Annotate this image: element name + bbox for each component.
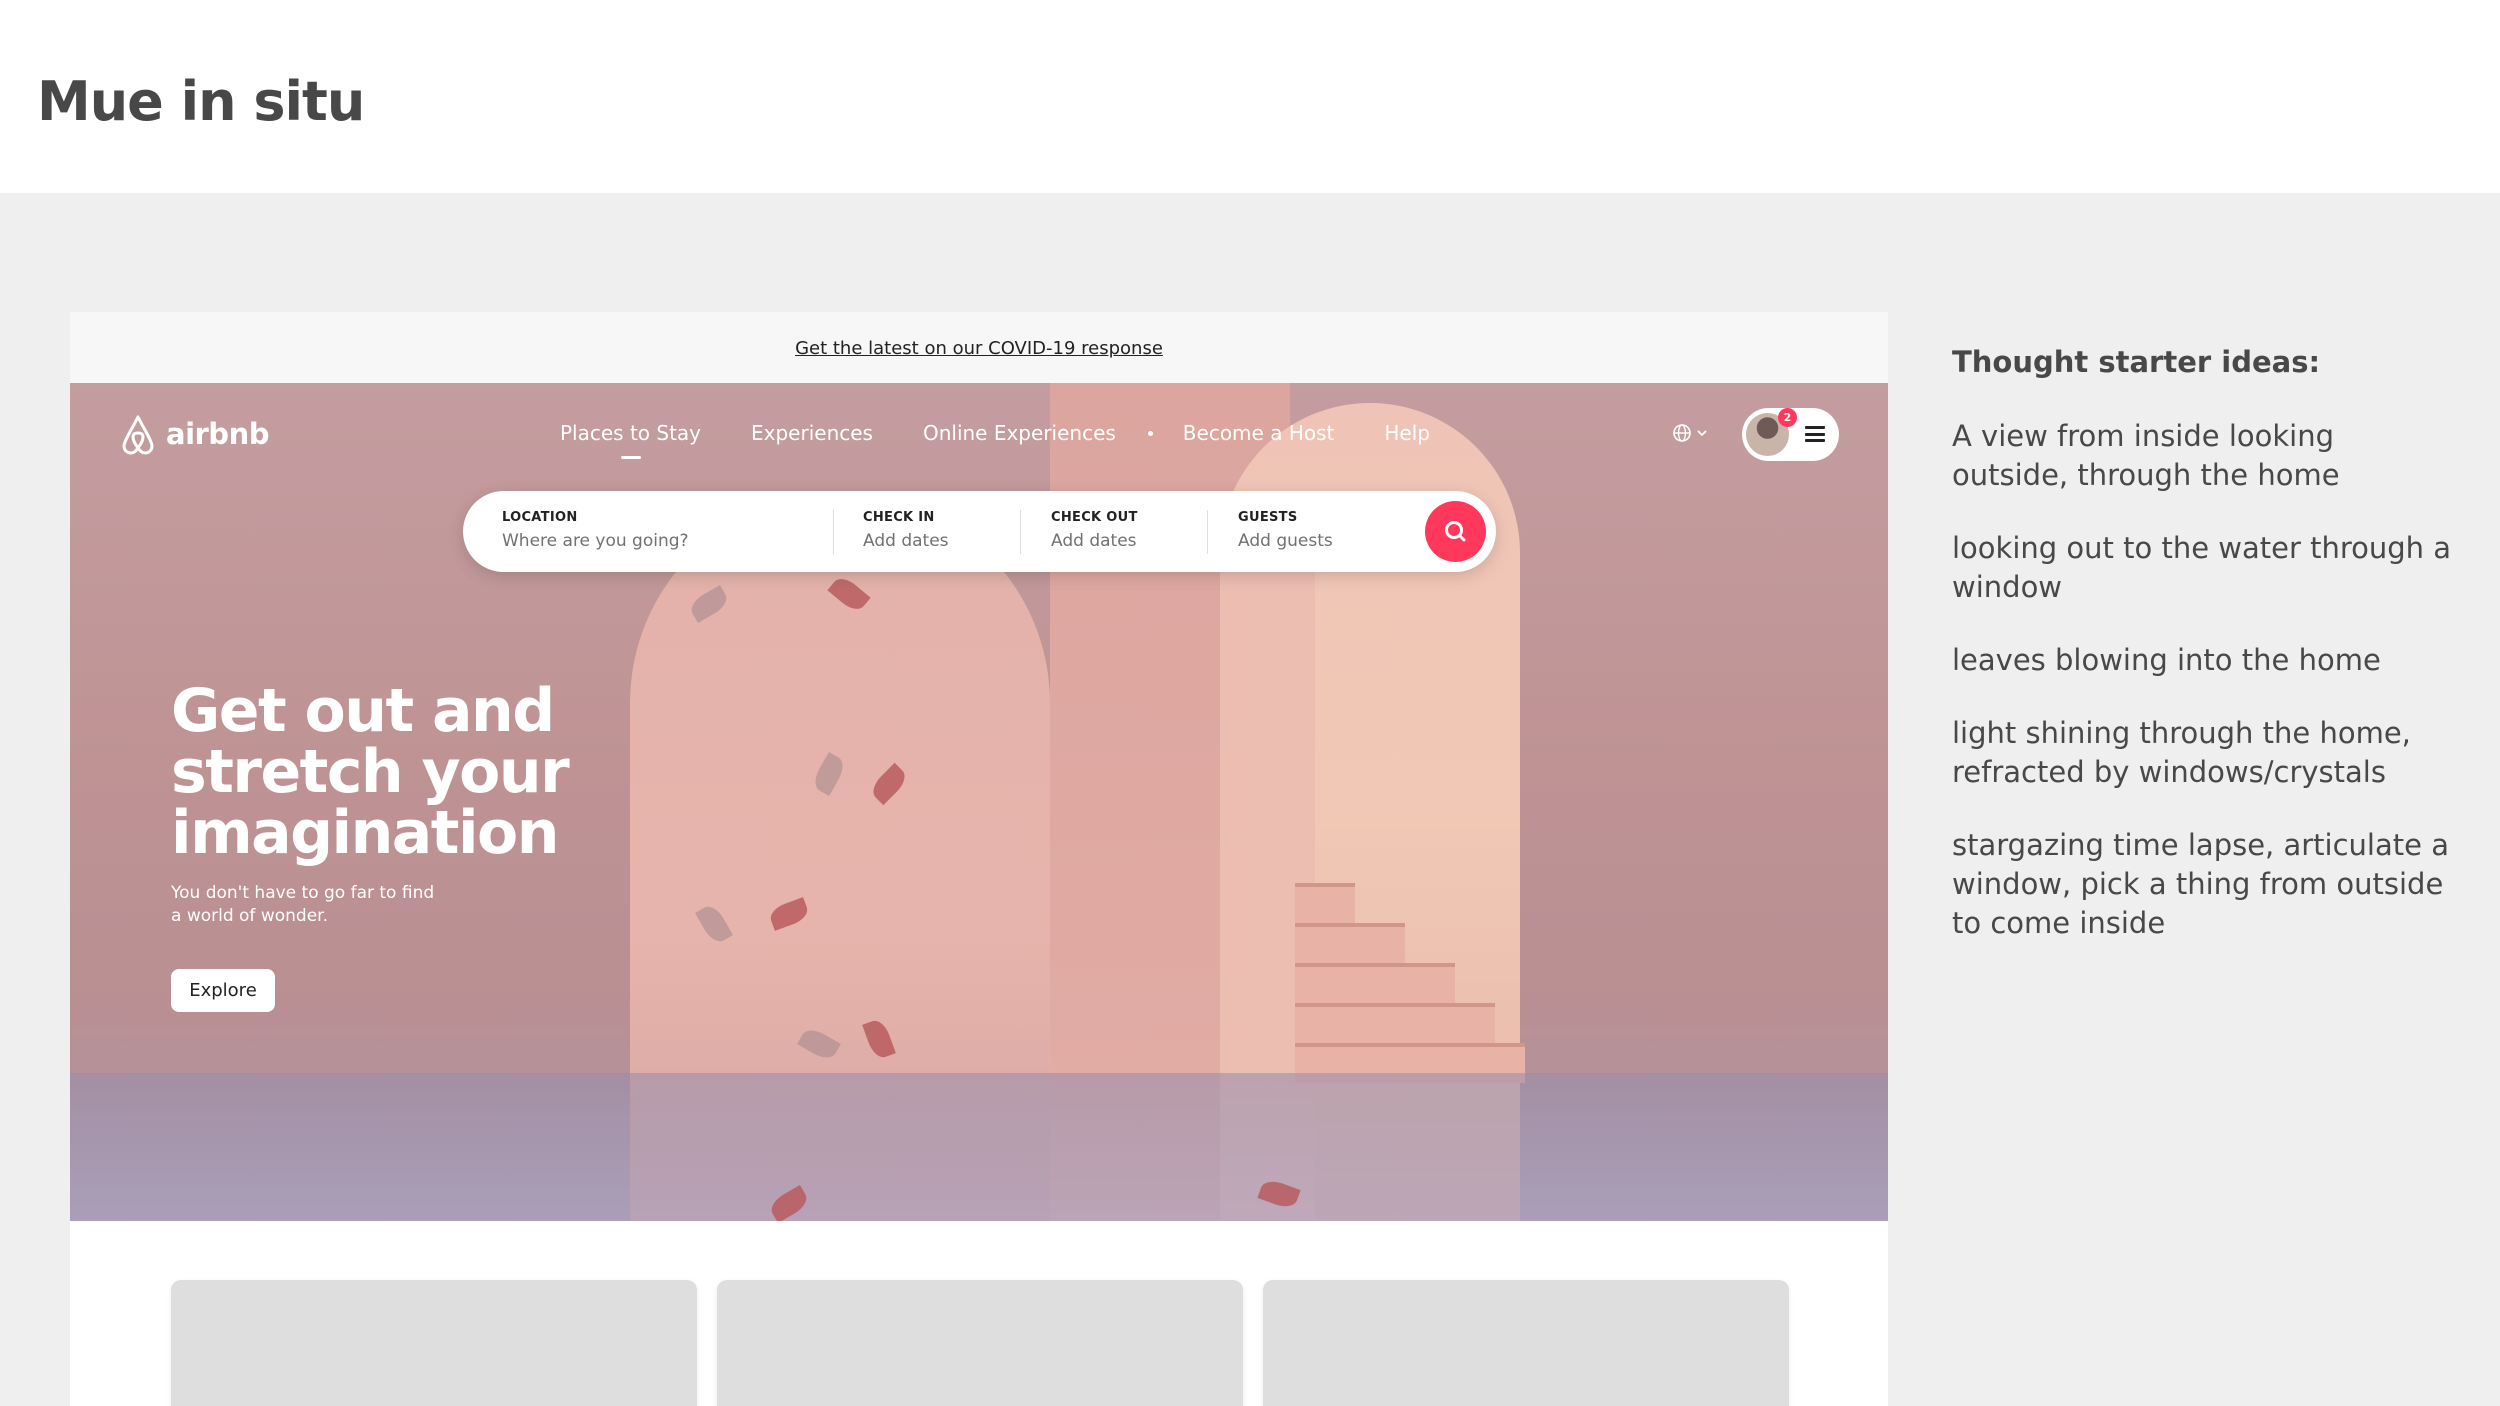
stair-step [1295,963,1455,1003]
search-divider [1020,510,1021,554]
hero-subtitle: You don't have to go far to find a world… [171,883,435,926]
nav-experiences[interactable]: Experiences [751,421,873,445]
guests-input[interactable]: Add guests [1238,531,1333,551]
hero-floor [70,1073,1888,1221]
stair-step [1295,883,1355,923]
check-in-input[interactable]: Add dates [863,531,949,551]
note-item: stargazing time lapse, articulate a wind… [1952,828,2449,940]
note-item: leaves blowing into the home [1952,643,2381,677]
nav-places-to-stay[interactable]: Places to Stay [560,421,701,459]
guests-field[interactable]: GUESTS Add guests [1238,510,1333,551]
placeholder-card[interactable] [717,1280,1243,1406]
nav-online-experiences[interactable]: Online Experiences [923,421,1116,445]
top-navigation: airbnb Places to Stay Experiences Online… [70,383,1888,483]
location-label: LOCATION [502,510,578,525]
placeholder-card[interactable] [171,1280,697,1406]
check-in-field[interactable]: CHECK IN Add dates [863,510,949,551]
globe-icon [1673,424,1691,442]
check-out-label: CHECK OUT [1051,510,1138,525]
covid-link[interactable]: Get the latest on our COVID-19 response [795,338,1163,359]
search-icon [1445,521,1466,542]
airbnb-wordmark: airbnb [166,417,269,451]
location-field[interactable]: LOCATION Where are you going? [502,510,689,551]
airbnb-logo[interactable]: airbnb [118,413,269,455]
nav-separator-dot [1147,430,1153,436]
note-item: A view from inside looking outside, thro… [1952,419,2340,492]
search-divider [833,510,834,554]
note-item: light shining through the home, refracte… [1952,716,2411,789]
explore-button[interactable]: Explore [171,969,275,1012]
hero-section: airbnb Places to Stay Experiences Online… [70,383,1888,1221]
stair-step [1295,923,1405,963]
language-selector[interactable] [1672,423,1708,443]
slide-title: Mue in situ [37,70,365,133]
hero-copy: Get out and stretch your imagination You… [171,681,571,1012]
nav-become-a-host[interactable]: Become a Host [1183,421,1335,445]
covid-banner: Get the latest on our COVID-19 response [70,312,1888,383]
placeholder-card[interactable] [1263,1280,1789,1406]
note-item: looking out to the water through a windo… [1952,531,2452,604]
guests-label: GUESTS [1238,510,1298,525]
location-input[interactable]: Where are you going? [502,531,689,551]
airbnb-logo-icon [122,415,154,455]
main-nav: Places to Stay Experiences Online Experi… [560,421,1480,459]
card-row [171,1280,1789,1406]
check-in-label: CHECK IN [863,510,935,525]
notification-badge: 2 [1778,408,1797,427]
hamburger-menu-icon [1805,426,1825,442]
search-bar: LOCATION Where are you going? CHECK IN A… [463,491,1496,572]
check-out-input[interactable]: Add dates [1051,531,1138,551]
thought-starters: Thought starter ideas: A view from insid… [1952,345,2452,977]
user-menu-button[interactable]: 2 [1742,408,1839,461]
chevron-down-icon [1697,430,1707,437]
stair-step [1295,1003,1495,1043]
search-divider [1207,510,1208,554]
search-button[interactable] [1425,501,1486,562]
nav-help[interactable]: Help [1384,421,1430,445]
hero-title: Get out and stretch your imagination [171,676,570,868]
slide-header: Mue in situ [0,0,2500,193]
notes-heading: Thought starter ideas: [1952,345,2321,379]
check-out-field[interactable]: CHECK OUT Add dates [1051,510,1138,551]
website-mockup: Get the latest on our COVID-19 response … [70,312,1888,1406]
